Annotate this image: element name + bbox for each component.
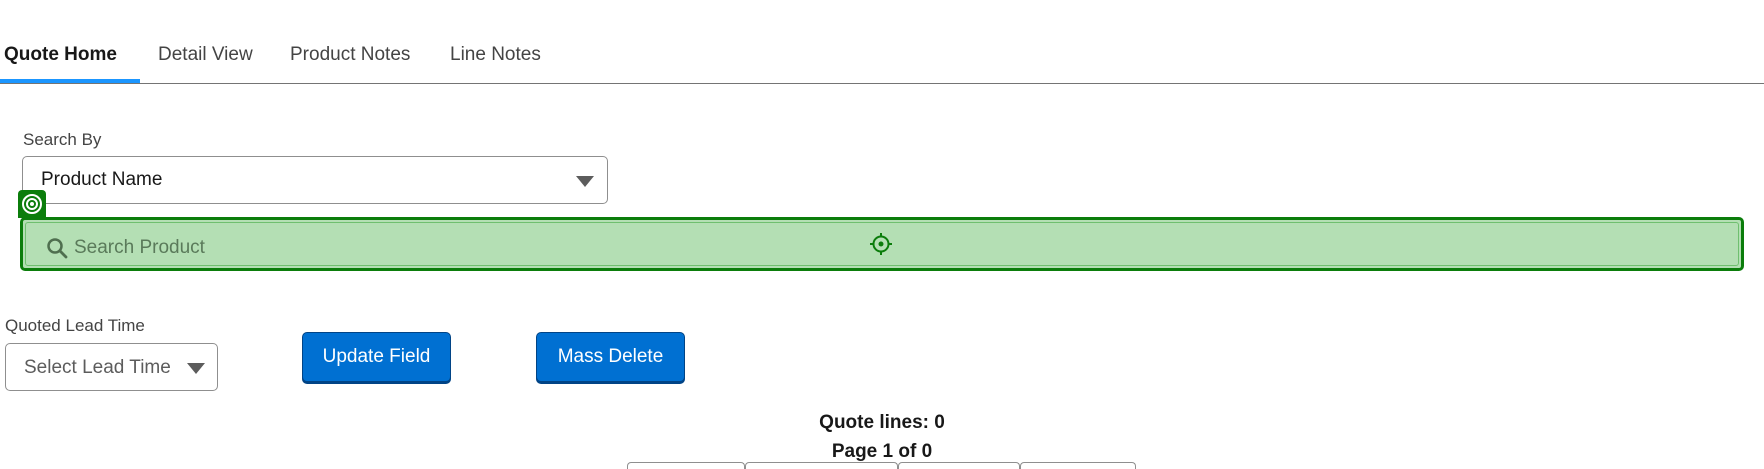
tab-quote-home[interactable]: Quote Home — [4, 44, 117, 66]
quote-lines-count: Quote lines: 0 — [819, 412, 945, 433]
mass-delete-button[interactable]: Mass Delete — [536, 332, 685, 382]
search-by-value: Product Name — [41, 169, 163, 190]
target-icon — [18, 190, 46, 218]
tab-line-notes[interactable]: Line Notes — [450, 44, 541, 66]
lead-time-select[interactable]: Select Lead Time — [5, 343, 218, 391]
pager-cell[interactable] — [898, 462, 1020, 469]
active-tab-indicator — [0, 79, 140, 83]
pager-cell[interactable] — [627, 462, 745, 469]
lead-time-placeholder: Select Lead Time — [24, 357, 171, 378]
quote-page: Quote Home Detail View Product Notes Lin… — [0, 0, 1764, 469]
tab-bar: Quote Home Detail View Product Notes Lin… — [0, 32, 1764, 84]
search-by-label: Search By — [23, 130, 102, 149]
page-indicator: Page 1 of 0 — [831, 441, 933, 462]
pager-cell[interactable] — [1020, 462, 1136, 469]
lead-time-label: Quoted Lead Time — [5, 316, 145, 335]
search-placeholder: Search Product — [74, 237, 205, 258]
chevron-down-icon — [187, 363, 205, 374]
search-icon — [46, 237, 68, 264]
search-by-select[interactable]: Product Name — [22, 156, 608, 204]
chevron-down-icon — [576, 176, 594, 187]
update-field-button[interactable]: Update Field — [302, 332, 451, 382]
tab-product-notes[interactable]: Product Notes — [290, 44, 410, 66]
tab-detail-view[interactable]: Detail View — [158, 44, 253, 66]
crosshair-icon — [869, 232, 893, 261]
pager-cell[interactable] — [745, 462, 898, 469]
